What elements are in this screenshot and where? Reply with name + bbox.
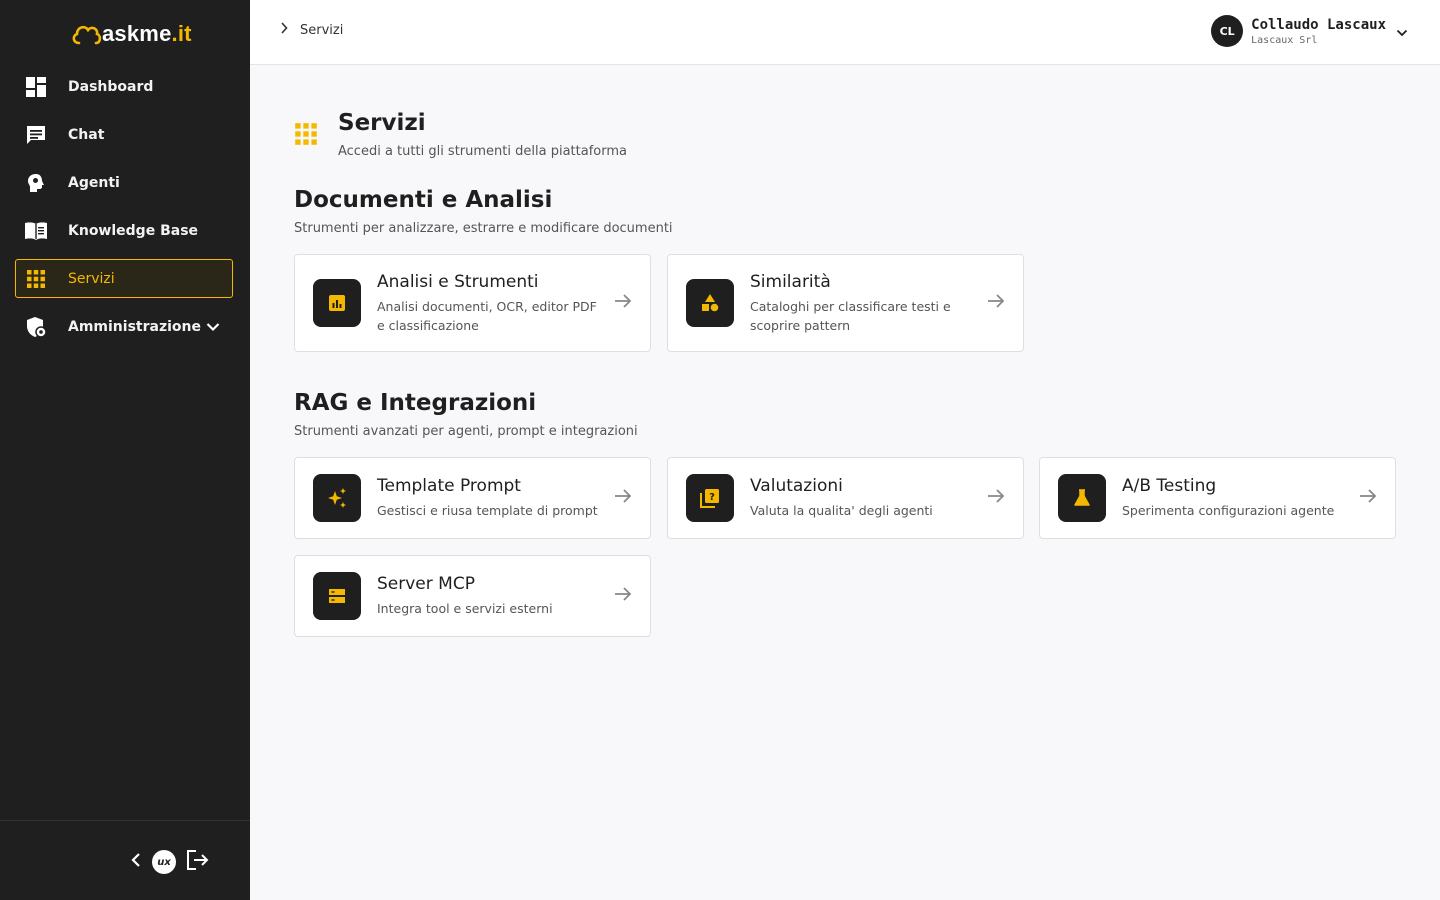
sidebar-nav: Dashboard Chat Agenti Knowledge Base Ser… — [15, 67, 233, 355]
cloud-logo-icon — [72, 25, 102, 45]
analytics-icon — [313, 279, 361, 327]
card-title: Template Prompt — [377, 476, 521, 496]
quiz-icon: ? — [686, 474, 734, 522]
page-header: Servizi Accedi a tutti gli strumenti del… — [294, 100, 1404, 159]
sidebar-item-label: Amministrazione — [68, 318, 201, 335]
grid-icon — [294, 122, 324, 150]
server-icon — [313, 572, 361, 620]
card-analisi-strumenti[interactable]: Analisi e Strumenti Analisi documenti, O… — [294, 254, 651, 352]
breadcrumb: Servizi — [280, 22, 343, 38]
agent-head-icon — [24, 171, 48, 195]
sidebar-item-label: Knowledge Base — [68, 222, 199, 239]
sidebar-item-servizi[interactable]: Servizi — [15, 259, 233, 298]
section-title: RAG e Integrazioni — [294, 390, 537, 416]
sidebar-item-chat[interactable]: Chat — [15, 115, 233, 154]
shapes-icon — [686, 279, 734, 327]
sidebar-item-label: Agenti — [68, 174, 120, 191]
user-menu[interactable]: CL Collaudo Lascaux Lascaux Srl — [1211, 15, 1408, 47]
chevron-down-icon[interactable] — [206, 317, 220, 336]
sidebar-footer: ux — [0, 820, 250, 900]
section-title: Documenti e Analisi — [294, 187, 553, 213]
sidebar: askme.it Dashboard Chat Agenti Knowledge… — [0, 0, 250, 900]
card-title: A/B Testing — [1122, 476, 1217, 496]
page-title: Servizi — [338, 110, 426, 136]
section-documenti: Documenti e Analisi Strumenti per analiz… — [294, 187, 1024, 352]
sidebar-item-label: Chat — [68, 126, 105, 143]
page-subtitle: Accedi a tutti gli strumenti della piatt… — [338, 144, 627, 159]
card-valutazioni[interactable]: ? Valutazioni Valuta la qualita' degli a… — [667, 457, 1024, 539]
chat-icon — [24, 123, 48, 147]
card-description: Cataloghi per classificare testi e scopr… — [750, 298, 951, 333]
breadcrumb-current[interactable]: Servizi — [300, 23, 343, 38]
sidebar-item-agenti[interactable]: Agenti — [15, 163, 233, 202]
arrow-right-icon — [614, 586, 632, 606]
book-icon — [24, 219, 48, 243]
card-title: Analisi e Strumenti — [377, 271, 539, 292]
card-description: Analisi documenti, OCR, editor PDF e cla… — [377, 298, 597, 333]
user-org: Lascaux Srl — [1251, 34, 1318, 46]
sidebar-item-knowledge-base[interactable]: Knowledge Base — [15, 211, 233, 250]
card-similarita[interactable]: Similarità Cataloghi per classificare te… — [667, 254, 1024, 352]
sidebar-item-label: Servizi — [68, 270, 115, 287]
card-title: Server MCP — [377, 574, 475, 594]
user-name: Collaudo Lascaux — [1251, 16, 1386, 33]
section-rag: RAG e Integrazioni Strumenti avanzati pe… — [294, 390, 1396, 637]
sidebar-item-dashboard[interactable]: Dashboard — [15, 67, 233, 106]
top-header: Servizi CL Collaudo Lascaux Lascaux Srl — [250, 0, 1440, 65]
card-ab-testing[interactable]: A/B Testing Sperimenta configurazioni ag… — [1039, 457, 1396, 539]
arrow-right-icon — [614, 293, 632, 313]
logo-text: askme.it — [102, 21, 192, 46]
chevron-right-icon — [280, 22, 288, 38]
card-description: Valuta la qualita' degli agenti — [750, 503, 933, 518]
admin-shield-icon — [24, 315, 48, 339]
arrow-right-icon — [987, 488, 1005, 508]
arrow-right-icon — [1359, 488, 1377, 508]
sidebar-item-label: Dashboard — [68, 78, 154, 95]
card-description: Sperimenta configurazioni agente — [1122, 503, 1335, 518]
card-description: Gestisci e riusa template di prompt — [377, 503, 598, 518]
logout-icon[interactable] — [186, 849, 210, 875]
svg-text:?: ? — [709, 492, 715, 503]
app-logo[interactable]: askme.it — [70, 16, 194, 52]
card-description: Integra tool e servizi esterni — [377, 601, 553, 616]
avatar: CL — [1211, 15, 1244, 47]
arrow-right-icon — [614, 488, 632, 508]
card-title: Similarità — [750, 271, 831, 292]
sparkle-icon — [313, 474, 361, 522]
card-title: Valutazioni — [750, 476, 843, 496]
chevron-down-icon[interactable] — [1396, 22, 1408, 41]
card-template-prompt[interactable]: Template Prompt Gestisci e riusa templat… — [294, 457, 651, 539]
ux-badge[interactable]: ux — [152, 850, 176, 874]
arrow-right-icon — [987, 293, 1005, 313]
card-server-mcp[interactable]: Server MCP Integra tool e servizi estern… — [294, 555, 651, 637]
collapse-sidebar-icon[interactable] — [130, 852, 142, 872]
flask-icon — [1058, 474, 1106, 522]
sidebar-item-amministrazione[interactable]: Amministrazione — [15, 307, 233, 346]
main-content: Servizi Accedi a tutti gli strumenti del… — [294, 100, 1404, 637]
section-subtitle: Strumenti per analizzare, estrarre e mod… — [294, 221, 673, 236]
section-subtitle: Strumenti avanzati per agenti, prompt e … — [294, 424, 638, 439]
grid-icon — [24, 267, 48, 291]
dashboard-icon — [24, 75, 48, 99]
